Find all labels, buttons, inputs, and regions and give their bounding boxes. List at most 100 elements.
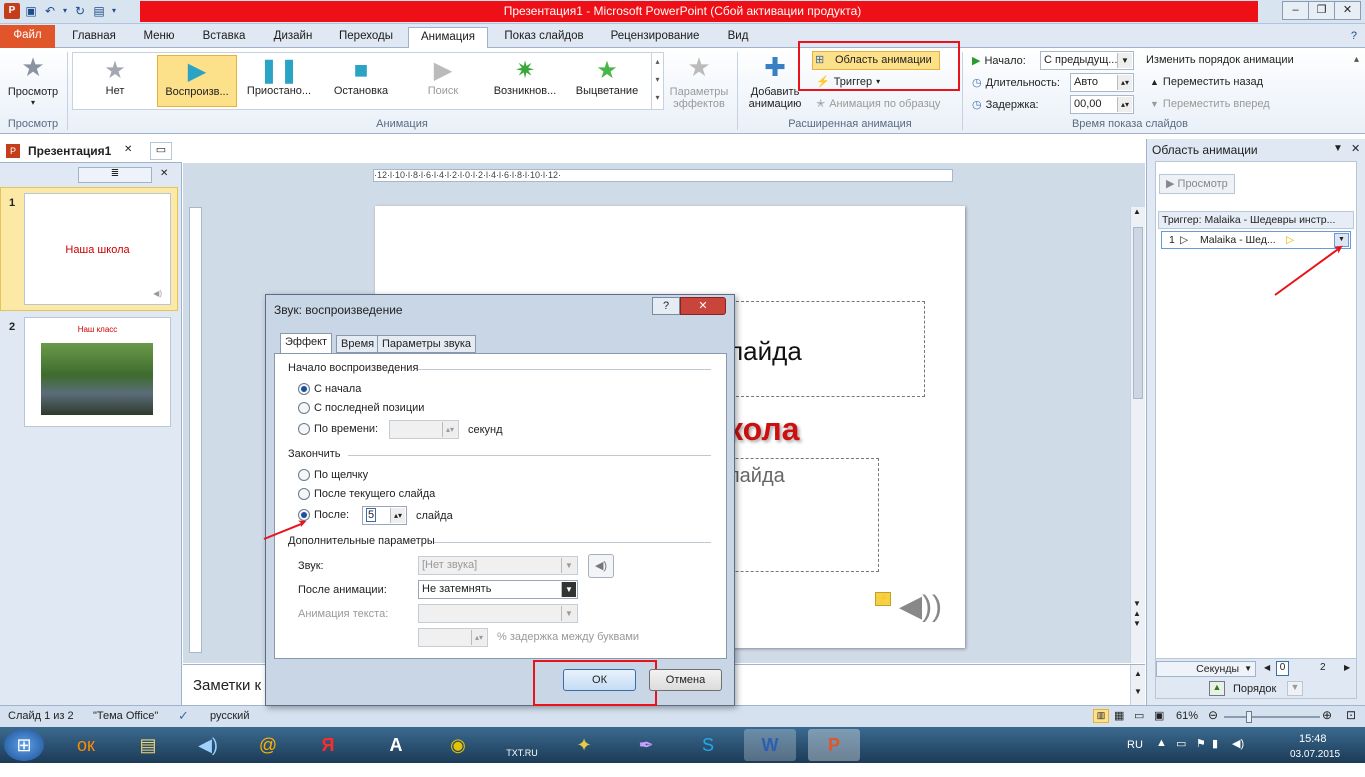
slideshow-icon[interactable]: ▤ bbox=[91, 3, 107, 19]
tray-volume-icon[interactable]: ◀) bbox=[1232, 737, 1244, 750]
notes-scrollbar[interactable]: ▲ ▼ bbox=[1130, 665, 1145, 706]
help-button[interactable]: ? bbox=[652, 297, 680, 315]
sound-select[interactable]: [Нет звука] ▼ bbox=[418, 556, 578, 575]
normal-view-icon[interactable]: ▥ bbox=[1093, 709, 1109, 723]
slide-thumbnail-1[interactable]: Наша школа ◀) bbox=[24, 193, 171, 305]
radio-after-current[interactable]: После текущего слайда bbox=[298, 488, 435, 500]
start-select[interactable]: С предыдущ... ▼ bbox=[1040, 51, 1134, 70]
letter-delay-spinner[interactable]: ▴▾ bbox=[418, 628, 488, 647]
undo-dropdown-icon[interactable]: ▾ bbox=[61, 3, 69, 19]
tab-animation[interactable]: Анимация bbox=[408, 27, 488, 49]
anim-appear[interactable]: ✷ Возникнов... bbox=[485, 55, 565, 107]
duration-spinner[interactable]: Авто ▴▾ bbox=[1070, 73, 1134, 92]
radio-on-click[interactable]: По щелчку bbox=[298, 469, 368, 481]
trigger-row[interactable]: Триггер: Malaika - Шедевры инстр... bbox=[1158, 211, 1354, 229]
tab-menu[interactable]: Меню bbox=[134, 27, 184, 48]
text-anim-select[interactable]: ▼ bbox=[418, 604, 578, 623]
save-icon[interactable]: ▣ bbox=[23, 3, 39, 19]
quill-app-icon[interactable]: ✒ bbox=[620, 729, 672, 761]
move-forward-button[interactable]: ▼ Переместить вперед bbox=[1150, 98, 1270, 110]
slide-title[interactable]: кола bbox=[727, 411, 799, 448]
reading-view-icon[interactable]: ▭ bbox=[1134, 709, 1144, 722]
after-anim-select[interactable]: Не затемнять ▼ bbox=[418, 580, 578, 599]
tab-sound-params[interactable]: Параметры звука bbox=[377, 335, 477, 353]
powerpoint-logo-icon[interactable]: P bbox=[4, 3, 20, 19]
word-icon[interactable]: W bbox=[744, 729, 796, 761]
tray-network-icon[interactable]: ▮ bbox=[1212, 737, 1218, 750]
tab-slideshow[interactable]: Показ слайдов bbox=[496, 27, 592, 48]
trigger-button[interactable]: ⚡ Триггер ▾ bbox=[816, 75, 880, 89]
start-button-icon[interactable]: ⊞ bbox=[4, 729, 44, 761]
outline-tab-icon[interactable]: ≣ bbox=[78, 167, 152, 183]
yandex-icon[interactable]: Я bbox=[304, 729, 352, 761]
media-icon[interactable]: ◀) bbox=[184, 729, 232, 761]
powerpoint-taskbar-icon[interactable]: P bbox=[808, 729, 860, 761]
move-back-button[interactable]: ▲ Переместить назад bbox=[1150, 76, 1263, 88]
time-spinner[interactable]: ▴▾ bbox=[389, 420, 459, 439]
gallery-scroll[interactable]: ▴ ▾ ▾ bbox=[651, 53, 663, 109]
tray-flag-icon[interactable]: ⚑ bbox=[1196, 737, 1206, 750]
zoom-slider-track[interactable] bbox=[1224, 716, 1320, 718]
preview-button[interactable]: ★ Просмотр ▾ bbox=[4, 52, 62, 107]
animation-pane-button[interactable]: Область анимации bbox=[812, 51, 940, 70]
anim-none[interactable]: ★ Нет bbox=[75, 55, 155, 107]
anim-fade[interactable]: ★ Выцветание bbox=[567, 55, 647, 107]
dialog-close-icon[interactable]: ✕ bbox=[680, 297, 726, 315]
close-doc-icon[interactable]: ✕ bbox=[124, 144, 132, 155]
scroll-thumb[interactable] bbox=[1133, 227, 1143, 399]
close-pane-icon[interactable]: ✕ bbox=[1351, 142, 1360, 155]
anim-pause[interactable]: ❚❚ Приостано... bbox=[239, 55, 319, 107]
trigger-lightning-icon[interactable]: ⚡ bbox=[875, 592, 891, 606]
zoom-out-icon[interactable]: ⊖ bbox=[1208, 708, 1218, 722]
effect-params-button[interactable]: ★ Параметры эффектов bbox=[666, 52, 732, 110]
chrome-icon[interactable]: ◉ bbox=[432, 729, 484, 761]
tab-time[interactable]: Время bbox=[336, 335, 380, 353]
customize-qat-icon[interactable]: ▾ bbox=[110, 3, 118, 19]
doc-tab[interactable]: Презентация1 bbox=[28, 144, 111, 158]
clock-time[interactable]: 15:48 bbox=[1299, 733, 1327, 745]
undo-icon[interactable]: ↶ bbox=[42, 3, 58, 19]
tab-design[interactable]: Дизайн bbox=[264, 27, 322, 48]
radio-from-start[interactable]: С начала bbox=[298, 383, 361, 395]
restore-icon[interactable]: ❐ bbox=[1308, 1, 1335, 20]
slideshow-view-icon[interactable]: ▣ bbox=[1154, 709, 1164, 722]
mail-icon[interactable]: @ bbox=[244, 729, 292, 761]
tray-up-icon[interactable]: ▲ bbox=[1156, 737, 1167, 749]
close-icon[interactable]: ✕ bbox=[1334, 1, 1361, 20]
redo-icon[interactable]: ↻ bbox=[72, 3, 88, 19]
sound-volume-icon[interactable]: ◀) bbox=[588, 554, 614, 578]
editor-scrollbar[interactable]: ▲ ▼ ▲ ▼ bbox=[1130, 207, 1145, 663]
skype-icon[interactable]: S bbox=[682, 729, 734, 761]
tab-view[interactable]: Вид bbox=[718, 27, 758, 48]
order-up-icon[interactable]: ▲ bbox=[1209, 681, 1225, 696]
language-indicator[interactable]: RU bbox=[1127, 739, 1143, 751]
timeline-right-icon[interactable]: ▶ bbox=[1344, 663, 1350, 672]
anim-seek[interactable]: ▶ Поиск bbox=[403, 55, 483, 107]
sorter-view-icon[interactable]: ▦ bbox=[1114, 709, 1124, 722]
scroll-down-icon[interactable]: ▼ ▲ ▼ bbox=[1133, 599, 1141, 629]
tab-file[interactable]: Файл bbox=[0, 25, 55, 48]
animation-painter-button[interactable]: ✭ Анимация по образцу bbox=[816, 97, 940, 111]
close-pane-icon[interactable]: ✕ bbox=[160, 168, 168, 179]
status-lang[interactable]: русский bbox=[210, 710, 249, 722]
zoom-level[interactable]: 61% bbox=[1176, 710, 1198, 722]
minimize-icon[interactable]: – bbox=[1282, 1, 1309, 20]
tab-review[interactable]: Рецензирование bbox=[600, 27, 710, 48]
slide-thumbnail-2[interactable]: Наш класс bbox=[24, 317, 171, 427]
speaker-icon[interactable]: ◀)) bbox=[899, 592, 942, 622]
timeline-left-icon[interactable]: ◀ bbox=[1264, 663, 1270, 672]
bird-app-icon[interactable]: ✦ bbox=[558, 729, 610, 761]
after-slides-spinner[interactable]: 5 ▴▾ bbox=[362, 506, 407, 525]
font-viewer-icon[interactable]: A bbox=[372, 729, 420, 761]
anim-preview-button[interactable]: ▶ Просмотр bbox=[1159, 174, 1235, 194]
spellcheck-icon[interactable]: ✓ bbox=[178, 708, 189, 724]
new-doc-icon[interactable]: ▭ bbox=[150, 142, 172, 160]
scroll-up-icon[interactable]: ▲ bbox=[1133, 207, 1141, 216]
delay-spinner[interactable]: 00,00 ▴▾ bbox=[1070, 95, 1134, 114]
tray-monitor-icon[interactable]: ▭ bbox=[1176, 737, 1186, 750]
tab-effect[interactable]: Эффект bbox=[280, 333, 333, 354]
fit-window-icon[interactable]: ⊡ bbox=[1346, 708, 1356, 722]
anim-stop[interactable]: ■ Остановка bbox=[321, 55, 401, 107]
zoom-slider-thumb[interactable] bbox=[1246, 711, 1252, 723]
status-theme[interactable]: "Тема Office" bbox=[93, 710, 158, 722]
